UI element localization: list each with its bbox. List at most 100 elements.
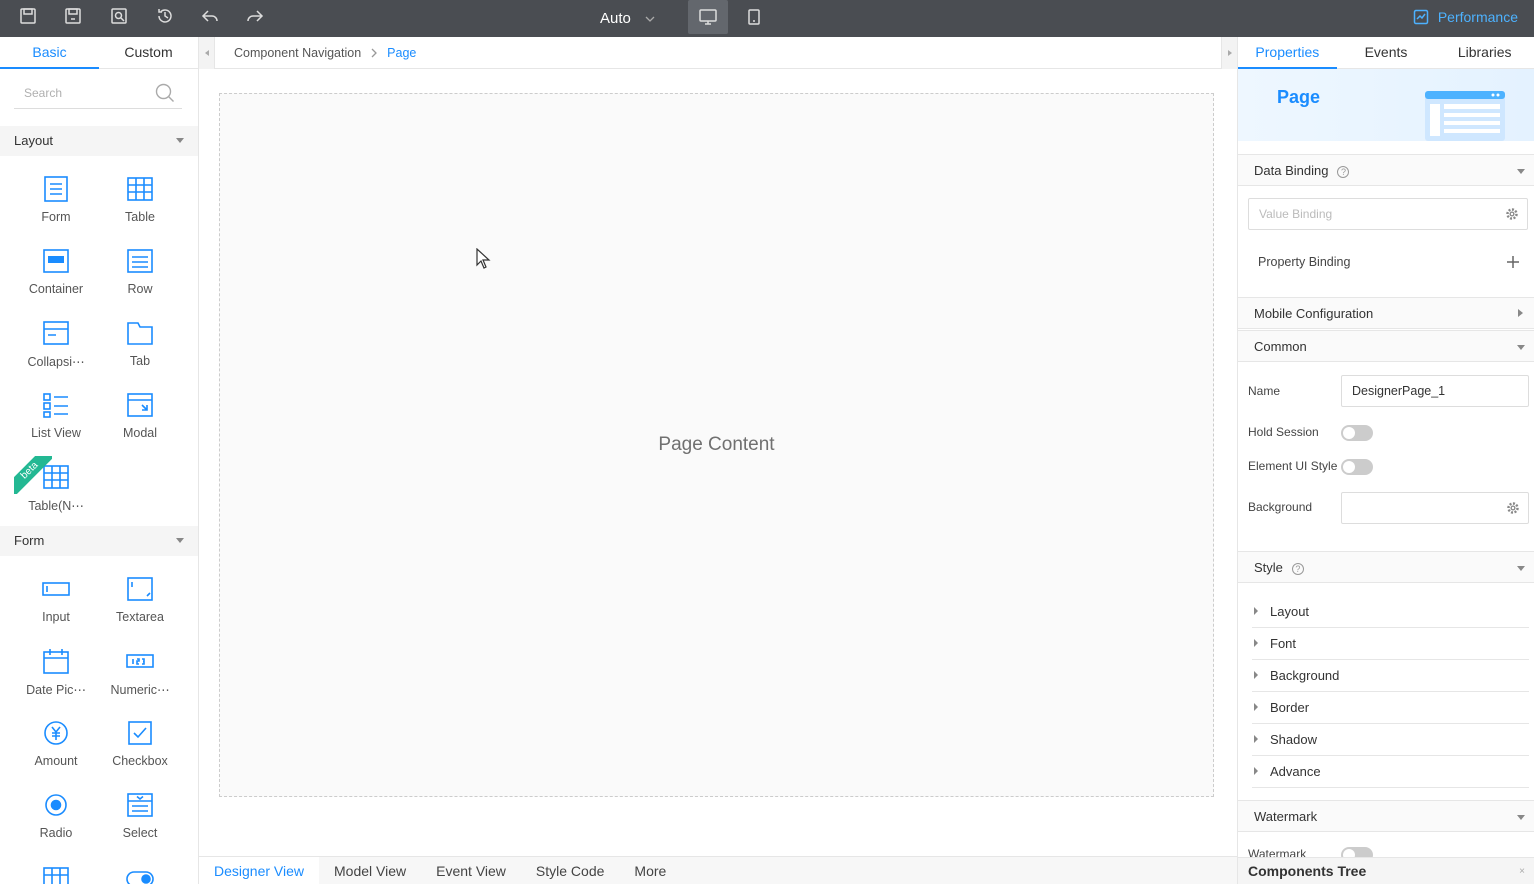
page-banner: Page [1238,69,1534,141]
checkbox-icon [128,721,152,745]
grid-icon[interactable] [41,864,71,884]
search-input[interactable] [14,79,144,107]
hold-session-toggle[interactable] [1341,425,1373,441]
component-select[interactable]: Select [98,780,182,852]
section-common[interactable]: Common [1238,330,1534,362]
properties-panel: Properties Events Libraries Page Data Bi… [1237,37,1534,884]
desktop-view-button[interactable] [688,0,728,34]
gear-icon[interactable] [1506,501,1520,515]
component-panel: Basic Custom Layout Form Table Container… [0,37,199,884]
value-binding-field [1248,198,1528,230]
gear-icon[interactable] [1505,207,1519,221]
component-textarea[interactable]: Textarea [98,564,182,636]
tab-icon [127,322,153,345]
section-watermark[interactable]: Watermark [1238,800,1534,832]
component-label: Date Pic⋯ [26,683,86,697]
tab-style-code[interactable]: Style Code [521,857,619,884]
component-collapse[interactable]: Collapsi⋯ [14,308,98,380]
component-form[interactable]: Form [14,164,98,236]
component-modal[interactable]: Modal [98,380,182,452]
history-icon[interactable] [153,6,177,26]
breadcrumb: Component Navigation Page [234,37,416,69]
component-label: Radio [39,826,73,840]
search-icon[interactable] [154,82,176,104]
section-layout-title: Layout [14,133,54,148]
select-icon [127,793,153,817]
tab-basic[interactable]: Basic [0,37,99,69]
collapse-left-panel-button[interactable] [199,37,215,69]
component-radio[interactable]: Radio [14,780,98,852]
breadcrumb-root[interactable]: Component Navigation [234,46,361,60]
component-label: Checkbox [112,754,168,768]
tab-properties[interactable]: Properties [1238,37,1337,69]
tab-designer-view[interactable]: Designer View [199,857,320,884]
amount-icon [44,721,68,745]
designer-area: Component Navigation Page Page Content D… [199,37,1237,884]
component-table[interactable]: Table [98,164,182,236]
style-item-font[interactable]: Font [1252,628,1529,660]
mobile-configuration-title: Mobile Configuration [1254,306,1374,321]
value-binding-input[interactable] [1249,199,1489,229]
tab-more[interactable]: More [619,857,681,884]
breadcrumb-current[interactable]: Page [387,46,416,60]
help-icon[interactable]: ? [1337,166,1350,178]
container-icon [43,249,69,273]
form-icon [44,176,68,202]
desktop-icon [699,9,717,25]
component-date-picker[interactable]: Date Pic⋯ [14,636,98,708]
help-icon[interactable]: ? [1291,563,1304,575]
preview-icon[interactable] [107,6,131,26]
components-tree-bar[interactable]: Components Tree × [1238,857,1534,884]
section-data-binding[interactable]: Data Binding? [1238,154,1534,186]
component-list-view[interactable]: List View [14,380,98,452]
collapse-right-panel-button[interactable] [1221,37,1237,69]
page-title: Page [1277,87,1321,107]
redo-icon[interactable] [243,6,267,26]
component-numeric[interactable]: Numeric⋯ [98,636,182,708]
performance-button[interactable]: Performance [1413,0,1518,34]
page-canvas[interactable]: Page Content [219,93,1214,797]
section-mobile-configuration[interactable]: Mobile Configuration [1238,297,1534,329]
component-checkbox[interactable]: Checkbox [98,708,182,780]
component-input[interactable]: Input [14,564,98,636]
switch-icon[interactable] [125,864,155,884]
save-icon[interactable] [16,6,40,26]
undo-icon[interactable] [198,6,222,26]
mouse-cursor-icon [476,248,491,269]
background-field[interactable] [1341,492,1529,524]
section-layout[interactable]: Layout [0,126,198,156]
style-item-shadow[interactable]: Shadow [1252,724,1529,756]
tab-event-view[interactable]: Event View [421,857,521,884]
tab-events[interactable]: Events [1337,37,1436,68]
name-input[interactable] [1342,376,1522,406]
common-title: Common [1254,339,1307,354]
add-icon[interactable] [1506,255,1520,269]
section-style[interactable]: Style? [1238,551,1534,583]
close-icon[interactable]: × [1519,858,1525,884]
component-amount[interactable]: Amount [14,708,98,780]
component-container[interactable]: Container [14,236,98,308]
tab-libraries[interactable]: Libraries [1435,37,1534,68]
background-label: Background [1248,500,1313,514]
component-label: Tab [129,354,151,368]
name-label: Name [1248,384,1281,398]
component-tab[interactable]: Tab [98,308,182,380]
element-ui-style-toggle[interactable] [1341,459,1373,475]
style-title: Style [1254,560,1283,575]
component-row[interactable]: Row [98,236,182,308]
tablet-view-button[interactable] [734,0,774,34]
caret-down-icon [1517,566,1525,571]
style-item-border[interactable]: Border [1252,692,1529,724]
textarea-icon [127,577,153,601]
component-label: Input [42,610,70,624]
save-as-icon[interactable] [61,6,85,26]
component-label: Container [28,282,84,296]
style-item-advance[interactable]: Advance [1252,756,1529,788]
zoom-mode-select[interactable]: Auto [600,0,672,37]
style-item-layout[interactable]: Layout [1252,596,1529,628]
tab-model-view[interactable]: Model View [319,857,421,884]
components-tree-title: Components Tree [1248,863,1367,879]
section-form[interactable]: Form [0,526,198,556]
tab-custom[interactable]: Custom [99,37,198,68]
style-item-background[interactable]: Background [1252,660,1529,692]
